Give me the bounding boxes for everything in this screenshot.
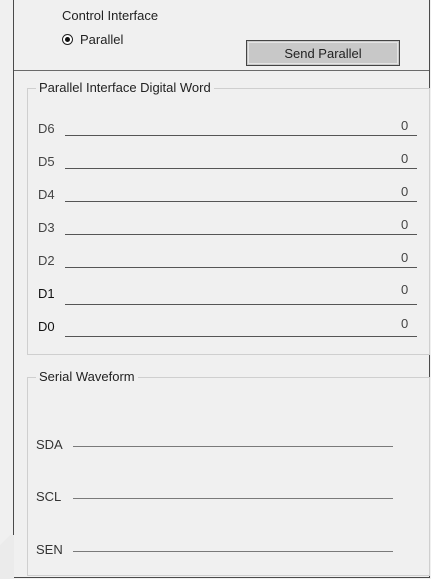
bit-label-d1: D1 [38, 286, 55, 301]
parallel-radio-label: Parallel [80, 32, 124, 47]
bit-row-d1: D1 0 [28, 279, 428, 309]
section-divider [14, 70, 429, 71]
send-parallel-button-label: Send Parallel [284, 45, 362, 61]
signal-line-sda [73, 446, 393, 447]
bit-value-d5: 0 [401, 151, 409, 166]
bit-value-d2: 0 [401, 250, 409, 265]
send-parallel-button[interactable]: Send Parallel [246, 40, 400, 66]
decorative-corner-shape [0, 535, 14, 579]
bit-row-d6: D6 0 [28, 114, 428, 144]
parallel-digital-word-group: Parallel Interface Digital Word D6 0 D5 … [27, 80, 430, 355]
serial-group-title: Serial Waveform [36, 369, 138, 384]
bit-row-d5: D5 0 [28, 147, 428, 177]
bit-label-d6: D6 [38, 121, 55, 136]
serial-waveform-group: Serial Waveform SDA SCL SEN [27, 369, 430, 576]
control-interface-label: Control Interface [62, 8, 159, 23]
bit-line-d3 [65, 234, 417, 235]
signal-label-sen: SEN [36, 542, 63, 557]
bit-label-d3: D3 [38, 220, 55, 235]
bit-label-d0: D0 [38, 319, 55, 334]
signal-label-scl: SCL [36, 489, 62, 504]
signal-line-sen [73, 551, 393, 552]
parallel-radio-button[interactable] [62, 34, 73, 45]
bit-line-d5 [65, 168, 417, 169]
bit-value-d1: 0 [401, 282, 409, 297]
bit-value-d3: 0 [401, 217, 409, 232]
bit-row-d0: D0 0 [28, 312, 428, 342]
bit-row-d2: D2 0 [28, 246, 428, 276]
radio-selected-dot [65, 37, 70, 42]
bit-line-d2 [65, 267, 417, 268]
bit-label-d5: D5 [38, 154, 55, 169]
bit-line-d4 [65, 201, 417, 202]
bit-line-d1 [65, 304, 417, 305]
bit-value-d0: 0 [401, 316, 409, 331]
parallel-radio-option[interactable]: Parallel [62, 32, 123, 47]
bit-row-d4: D4 0 [28, 180, 428, 210]
signal-label-sda: SDA [36, 437, 63, 452]
bit-line-d0 [65, 336, 417, 337]
signal-line-scl [73, 498, 393, 499]
bit-value-d6: 0 [401, 118, 409, 133]
bit-value-d4: 0 [401, 184, 409, 199]
bit-label-d4: D4 [38, 187, 55, 202]
parallel-group-title: Parallel Interface Digital Word [36, 80, 214, 95]
bit-line-d6 [65, 135, 417, 136]
bit-label-d2: D2 [38, 253, 55, 268]
bit-row-d3: D3 0 [28, 213, 428, 243]
